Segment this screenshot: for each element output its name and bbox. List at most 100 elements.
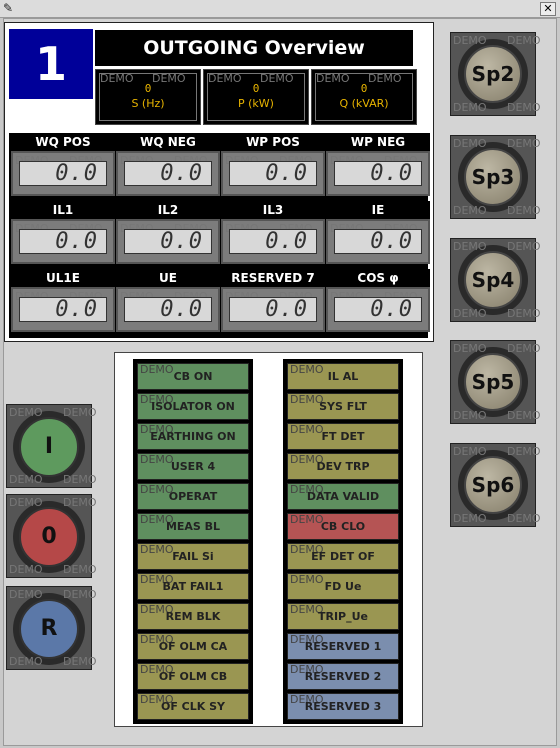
led-indicator: DEMO OPERAT — [137, 483, 249, 510]
display-unit: S (Hz) — [131, 97, 165, 110]
button-label: Sp4 — [464, 251, 522, 309]
led-label: EF DET OF — [311, 550, 375, 563]
spare-button-4[interactable]: Sp4 DEMO DEMO DEMO DEMO — [450, 238, 541, 322]
button-knob: Sp5 — [458, 347, 528, 417]
measurement-cell: WQ NEGMMMDEMODEMO0.0 — [116, 133, 220, 196]
led-label: RESERVED 3 — [304, 700, 382, 713]
led-label: IL AL — [327, 370, 359, 383]
led-label: OF OLM CA — [158, 640, 228, 653]
measurement-cell: IL1MMMDEMODEMO0.0 — [11, 201, 115, 264]
button-knob: R — [13, 593, 85, 665]
feeder-number: 1 — [9, 29, 93, 99]
led-label: CB ON — [173, 370, 213, 383]
led-indicator: DEMO MEAS BL — [137, 513, 249, 540]
button-label: Sp5 — [464, 353, 522, 411]
led-label: EARTHING ON — [150, 430, 236, 443]
measurement-value: 0.0 — [229, 229, 317, 254]
open-command-button[interactable]: 0 DEMO DEMO DEMO DEMO — [6, 494, 97, 578]
measurement-grid: WQ POSMMMDEMODEMO0.0WQ NEGMMMDEMODEMO0.0… — [9, 133, 430, 338]
spare-button-6[interactable]: Sp6 DEMO DEMO DEMO DEMO — [450, 443, 541, 527]
measurement-label: WQ NEG — [116, 133, 220, 151]
measurement-label: WP POS — [221, 133, 325, 151]
measurement-label: UL1E — [11, 269, 115, 287]
measurement-meter: MMMDEMODEMO0.0 — [11, 219, 115, 264]
measurement-meter: MMMDEMODEMO0.0 — [326, 219, 430, 264]
led-label: FD Ue — [324, 580, 362, 593]
measurement-meter: MMMDEMODEMO0.0 — [116, 287, 220, 332]
measurement-meter: MMMDEMODEMO0.0 — [221, 151, 325, 196]
measurement-value: 0.0 — [124, 161, 212, 186]
measurement-cell: WP POSMMMDEMODEMO0.0 — [221, 133, 325, 196]
measurement-cell: COS φMMMDEMODEMO0.0 — [326, 269, 430, 332]
measurement-meter: MMMDEMODEMO0.0 — [11, 287, 115, 332]
display-value: 0 — [144, 82, 152, 95]
led-indicator: DEMO OF OLM CB — [137, 663, 249, 690]
led-indicator: DEMO DATA VALID — [287, 483, 399, 510]
measurement-cell: WP NEGMMMDEMODEMO0.0 — [326, 133, 430, 196]
display-reactive-power: DEMO DEMO 0 Q (kVAR) — [311, 69, 417, 125]
measurement-value: 0.0 — [19, 229, 107, 254]
led-label: DATA VALID — [306, 490, 380, 503]
measurement-value: 0.0 — [19, 297, 107, 322]
led-indicator: DEMO CB ON — [137, 363, 249, 390]
page-title: OUTGOING Overview — [95, 30, 413, 66]
measurement-value: 0.0 — [124, 297, 212, 322]
measurement-label: RESERVED 7 — [221, 269, 325, 287]
led-indicator: DEMO SYS FLT — [287, 393, 399, 420]
button-label: I — [19, 417, 79, 477]
measurement-label: IL2 — [116, 201, 220, 219]
reset-button[interactable]: R DEMO DEMO DEMO DEMO — [6, 586, 97, 670]
led-indicator: DEMO EARTHING ON — [137, 423, 249, 450]
measurement-value: 0.0 — [334, 297, 422, 322]
display-value: 0 — [252, 82, 260, 95]
measurement-cell: UL1EMMMDEMODEMO0.0 — [11, 269, 115, 332]
button-label: Sp2 — [464, 45, 522, 103]
led-label: RESERVED 2 — [304, 670, 382, 683]
measurement-cell: WQ POSMMMDEMODEMO0.0 — [11, 133, 115, 196]
measurement-cell: UEMMMDEMODEMO0.0 — [116, 269, 220, 332]
measurement-label: WP NEG — [326, 133, 430, 151]
display-unit: Q (kVAR) — [339, 97, 389, 110]
measurement-value: 0.0 — [229, 161, 317, 186]
measurement-value: 0.0 — [334, 161, 422, 186]
button-label: 0 — [19, 507, 79, 567]
measurement-cell: RESERVED 7MMMDEMODEMO0.0 — [221, 269, 325, 332]
led-label: MEAS BL — [165, 520, 221, 533]
measurement-label: WQ POS — [11, 133, 115, 151]
measurement-value: 0.0 — [334, 229, 422, 254]
led-label: REM BLK — [165, 610, 221, 623]
led-label: TRIP_Ue — [317, 610, 369, 623]
button-knob: Sp4 — [458, 245, 528, 315]
measurement-label: IE — [326, 201, 430, 219]
spare-button-3[interactable]: Sp3 DEMO DEMO DEMO DEMO — [450, 135, 541, 219]
button-label: Sp6 — [464, 456, 522, 514]
led-label: BAT FAIL1 — [162, 580, 224, 593]
measurement-label: IL1 — [11, 201, 115, 219]
spare-button-5[interactable]: Sp5 DEMO DEMO DEMO DEMO — [450, 340, 541, 424]
measurement-meter: MMMDEMODEMO0.0 — [11, 151, 115, 196]
led-label: DEV TRP — [316, 460, 370, 473]
led-indicator: DEMO RESERVED 1 — [287, 633, 399, 660]
measurement-label: UE — [116, 269, 220, 287]
measurement-cell: IEMMMDEMODEMO0.0 — [326, 201, 430, 264]
led-panel: DEMO CB ON DEMO ISOLATOR ON DEMO EARTHING ON D… — [114, 352, 423, 727]
close-button[interactable]: ✕ — [540, 2, 556, 16]
close-command-button[interactable]: I DEMO DEMO DEMO DEMO — [6, 404, 97, 488]
measurement-cell: IL2MMMDEMODEMO0.0 — [116, 201, 220, 264]
button-knob: 0 — [13, 501, 85, 573]
led-label: USER 4 — [170, 460, 216, 473]
measurement-label: COS φ — [326, 269, 430, 287]
led-indicator: DEMO RESERVED 3 — [287, 693, 399, 720]
led-label: SYS FLT — [319, 400, 367, 413]
led-column-right: DEMO IL AL DEMO SYS FLT DEMO FT DET DEMO DEV TR… — [283, 359, 403, 724]
button-label: R — [19, 599, 79, 659]
led-label: ISOLATOR ON — [151, 400, 235, 413]
display-frequency: DEMO DEMO 0 S (Hz) — [95, 69, 201, 125]
led-label: FT DET — [321, 430, 365, 443]
led-label: RESERVED 1 — [304, 640, 382, 653]
spare-button-2[interactable]: Sp2 DEMO DEMO DEMO DEMO — [450, 32, 541, 116]
button-knob: Sp2 — [458, 39, 528, 109]
measurement-meter: MMMDEMODEMO0.0 — [221, 287, 325, 332]
measurement-value: 0.0 — [229, 297, 317, 322]
led-indicator: DEMO REM BLK — [137, 603, 249, 630]
